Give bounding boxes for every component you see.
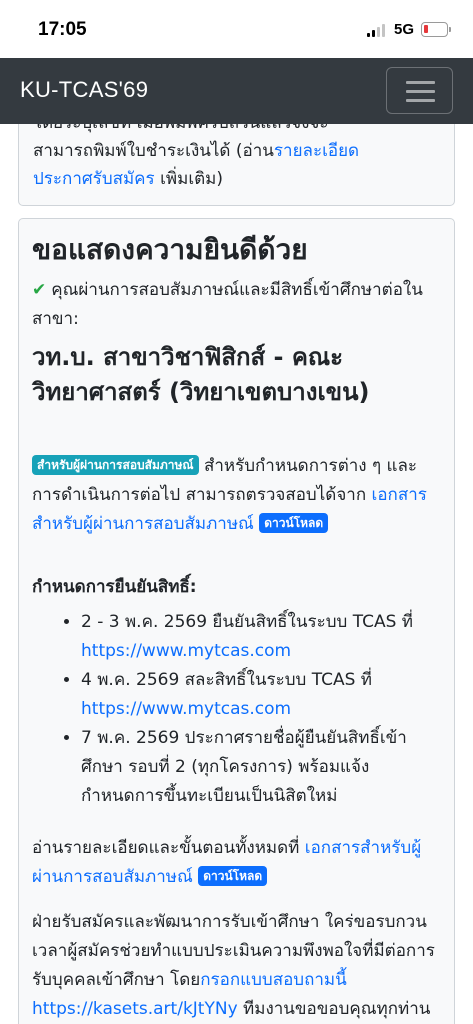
hamburger-icon: [406, 81, 435, 84]
hamburger-icon-bar: [406, 99, 435, 102]
main-content: โดยระบุเลขที่ เมื่อพิมพ์ครบถ้วนแล้วจึงจะ…: [0, 124, 473, 1024]
notice-card: โดยระบุเลขที่ เมื่อพิมพ์ครบถ้วนแล้วจึงจะ…: [18, 124, 455, 206]
announcement-link[interactable]: ประกาศรับสมัคร: [33, 169, 155, 189]
download-badge[interactable]: ดาวน์โหลด: [198, 866, 268, 886]
read-all-paragraph: อ่านรายละเอียดและขั้นตอนทั้งหมดที่ เอกสา…: [32, 834, 441, 892]
result-card: ขอแสดงความยินดีด้วย ✔ คุณผ่านการสอบสัมภาษ…: [18, 218, 455, 1024]
schedule-item-text: 2 - 3 พ.ค. 2569 ยืนยันสิทธิ์ในระบบ TCAS …: [81, 612, 414, 632]
navbar: KU-TCAS'69: [0, 58, 473, 124]
status-bar: 17:05 5G: [0, 0, 473, 58]
notice-line2: สามารถพิมพ์ใบชำระเงินได้ (อ่าน: [33, 141, 274, 161]
notice-line3: เพิ่มเติม): [154, 169, 224, 189]
program-name: วท.บ. สาขาวิชาฟิสิกส์ - คณะวิทยาศาสตร์ (…: [32, 343, 370, 406]
download-badge[interactable]: ดาวน์โหลด: [259, 513, 329, 533]
read-all-text: อ่านรายละเอียดและขั้นตอนทั้งหมดที่: [32, 838, 305, 858]
status-time: 17:05: [38, 19, 87, 40]
schedule-item-text: 4 พ.ค. 2569 สละสิทธิ์ในระบบ TCAS ที่: [81, 670, 373, 690]
menu-toggle-button[interactable]: [386, 67, 453, 114]
navbar-brand[interactable]: KU-TCAS'69: [20, 77, 148, 103]
mytcas-link[interactable]: https://www.mytcas.com: [81, 641, 291, 661]
schedule-heading: กำหนดการยืนยันสิทธิ์:: [32, 577, 197, 597]
notice-line1: โดยระบุเลขที่ เมื่อพิมพ์ครบถ้วนแล้วจึงจะ: [33, 124, 329, 133]
battery-icon: [421, 22, 448, 37]
passed-message: คุณผ่านการสอบสัมภาษณ์และมีสิทธิ์เข้าศึกษ…: [32, 280, 423, 329]
battery-tip: [449, 27, 451, 32]
mytcas-link[interactable]: https://www.mytcas.com: [81, 699, 291, 719]
survey-link[interactable]: กรอกแบบสอบถามนี้: [200, 970, 347, 990]
schedule-list: 2 - 3 พ.ค. 2569 ยืนยันสิทธิ์ในระบบ TCAS …: [32, 608, 441, 811]
schedule-item: 7 พ.ค. 2569 ประกาศรายชื่อผู้ยืนยันสิทธิ์…: [81, 724, 441, 811]
hamburger-icon-bar: [406, 90, 435, 93]
passed-text: ✔ คุณผ่านการสอบสัมภาษณ์และมีสิทธิ์เข้าศึก…: [32, 276, 441, 334]
network-type: 5G: [394, 21, 415, 38]
notice-text: โดยระบุเลขที่ เมื่อพิมพ์ครบถ้วนแล้วจึงจะ…: [33, 124, 442, 193]
schedule-item: 2 - 3 พ.ค. 2569 ยืนยันสิทธิ์ในระบบ TCAS …: [81, 608, 441, 666]
schedule-item-text: 7 พ.ค. 2569 ประกาศรายชื่อผู้ยืนยันสิทธิ์…: [81, 728, 407, 806]
result-title: ขอแสดงความยินดีด้วย: [32, 233, 308, 266]
documents-paragraph: สำหรับผู้ผ่านการสอบสัมภาษณ์ สำหรับกำหนดก…: [32, 452, 441, 539]
passed-badge: สำหรับผู้ผ่านการสอบสัมภาษณ์: [32, 455, 199, 475]
check-icon: ✔: [32, 280, 47, 300]
survey-paragraph: ฝ่ายรับสมัครและพัฒนาการรับเข้าศึกษา ใคร่…: [32, 908, 441, 1024]
schedule-item: 4 พ.ค. 2569 สละสิทธิ์ในระบบ TCAS ที่ htt…: [81, 666, 441, 724]
announcement-detail-link[interactable]: รายละเอียด: [274, 141, 359, 161]
survey-thanks: ทีมงานขอขอบคุณทุกท่าน: [237, 999, 431, 1019]
survey-url-link[interactable]: https://kasets.art/kJtYNy: [32, 999, 238, 1019]
signal-icon: [367, 24, 387, 37]
